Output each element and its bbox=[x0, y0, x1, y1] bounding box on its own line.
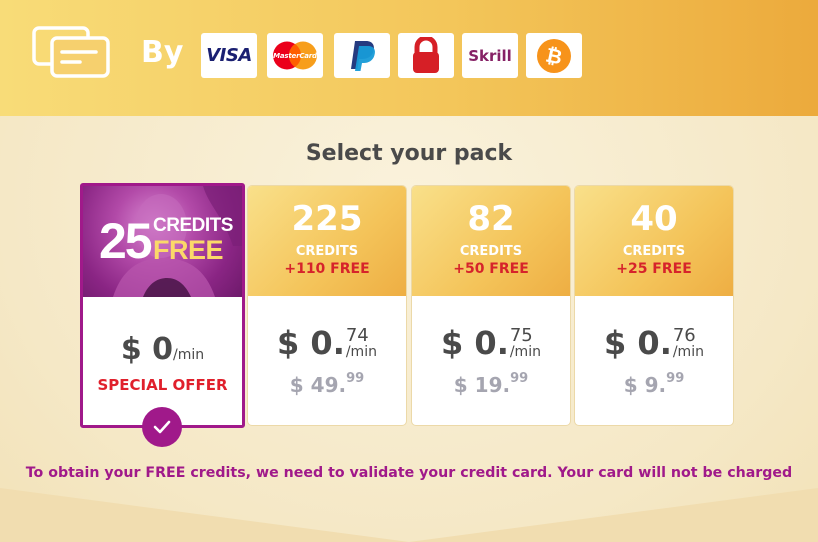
offer-price-value: $ 0 bbox=[120, 332, 174, 367]
paypal-logo[interactable] bbox=[334, 33, 390, 78]
per-min-label: /min bbox=[672, 344, 704, 360]
pack-bonus-label: +25 FREE bbox=[616, 261, 692, 277]
per-min-label: /min bbox=[345, 344, 377, 360]
credit-cards-icon bbox=[32, 26, 110, 78]
price-integer: $ 0. bbox=[277, 324, 345, 362]
selected-badge bbox=[142, 407, 182, 447]
lock-logo[interactable] bbox=[398, 33, 454, 78]
visa-logo[interactable]: VISA bbox=[201, 33, 257, 78]
promo-image: 25 CREDITS FREE bbox=[83, 186, 242, 297]
pack-credits-number: 40 bbox=[630, 199, 678, 239]
pack-header: 225 CREDITS +110 FREE bbox=[248, 186, 406, 296]
total-integer: $ 9. bbox=[623, 373, 667, 397]
bitcoin-icon: ₿ bbox=[537, 38, 571, 73]
price-integer: $ 0. bbox=[441, 324, 509, 362]
bitcoin-logo[interactable]: ₿ bbox=[526, 33, 582, 78]
pack-225-credits[interactable]: 225 CREDITS +110 FREE $ 0. 74/min $ 49.99 bbox=[248, 186, 406, 425]
pack-credits-number: 225 bbox=[291, 199, 363, 239]
pack-special-offer[interactable]: 25 CREDITS FREE $ 0/min SPECIAL OFFER bbox=[80, 183, 245, 447]
total-integer: $ 19. bbox=[453, 373, 511, 397]
pack-price: $ 0. 76/min bbox=[575, 324, 733, 362]
checkmark-icon bbox=[153, 420, 171, 434]
total-integer: $ 49. bbox=[289, 373, 347, 397]
validation-notice: To obtain your FREE credits, we need to … bbox=[25, 465, 793, 481]
per-min-label: /min bbox=[509, 344, 541, 360]
pack-bonus-label: +50 FREE bbox=[453, 261, 529, 277]
pack-header: 82 CREDITS +50 FREE bbox=[412, 186, 570, 296]
bottom-decoration bbox=[0, 488, 818, 542]
pack-total: $ 9.99 bbox=[575, 371, 733, 397]
pack-credits-label: CREDITS bbox=[295, 244, 359, 259]
skrill-logo[interactable]: Skrill bbox=[462, 33, 518, 78]
offer-per-min: /min bbox=[173, 347, 205, 363]
special-offer-label: SPECIAL OFFER bbox=[97, 376, 228, 394]
pack-credits-label: CREDITS bbox=[622, 244, 686, 259]
offer-price: $ 0/min bbox=[83, 332, 242, 367]
pack-bonus-label: +110 FREE bbox=[284, 261, 370, 277]
pack-total: $ 49.99 bbox=[248, 371, 406, 397]
by-label: By bbox=[141, 35, 184, 70]
total-decimal: 99 bbox=[666, 371, 685, 387]
page-title: Select your pack bbox=[305, 141, 513, 166]
paypal-icon bbox=[351, 40, 375, 71]
payment-header: By VISA MasterCard Skrill ₿ bbox=[0, 0, 818, 116]
total-decimal: 99 bbox=[346, 371, 365, 387]
offer-credits-word: CREDITS bbox=[153, 215, 233, 236]
offer-free-word: FREE bbox=[153, 235, 224, 265]
price-decimal: 76 bbox=[672, 325, 696, 346]
price-integer: $ 0. bbox=[604, 324, 672, 362]
pack-price: $ 0. 75/min bbox=[412, 324, 570, 362]
price-decimal: 74 bbox=[345, 325, 369, 346]
mastercard-label: MasterCard bbox=[273, 51, 317, 60]
pack-header: 40 CREDITS +25 FREE bbox=[575, 186, 733, 296]
price-decimal: 75 bbox=[509, 325, 533, 346]
pack-price: $ 0. 74/min bbox=[248, 324, 406, 362]
skrill-label: Skrill bbox=[468, 46, 512, 65]
mastercard-logo[interactable]: MasterCard bbox=[267, 33, 323, 78]
pack-credits-label: CREDITS bbox=[459, 244, 523, 259]
offer-credits-number: 25 bbox=[99, 213, 153, 269]
pack-total: $ 19.99 bbox=[412, 371, 570, 397]
pack-40-credits[interactable]: 40 CREDITS +25 FREE $ 0. 76/min $ 9.99 bbox=[575, 186, 733, 425]
total-decimal: 99 bbox=[510, 371, 529, 387]
lock-icon bbox=[413, 36, 439, 73]
pack-82-credits[interactable]: 82 CREDITS +50 FREE $ 0. 75/min $ 19.99 bbox=[412, 186, 570, 425]
pack-credits-number: 82 bbox=[467, 199, 515, 239]
visa-label: VISA bbox=[206, 45, 252, 66]
